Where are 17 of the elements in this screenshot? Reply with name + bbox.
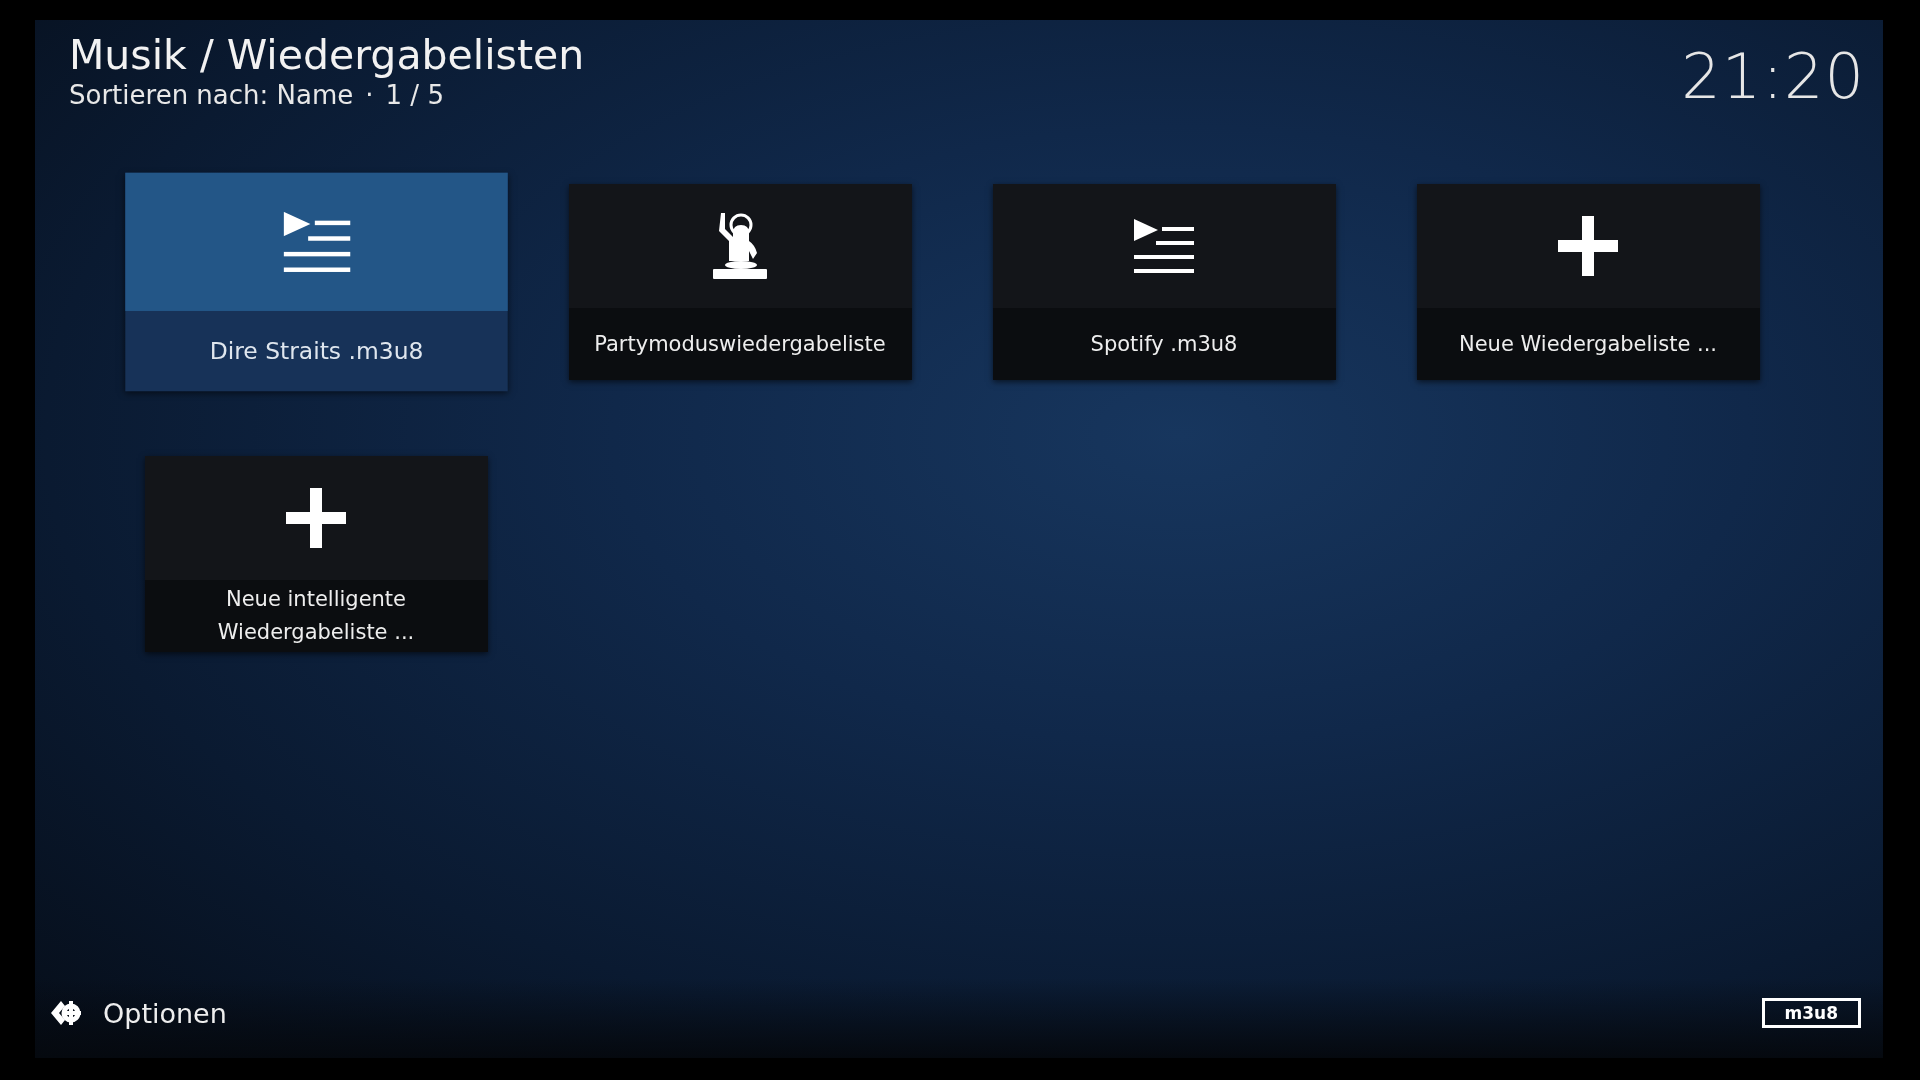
playlist-tile[interactable]: Partymoduswiedergabeliste — [568, 184, 912, 380]
format-badge: m3u8 — [1761, 998, 1861, 1028]
item-position: 1 / 5 — [385, 80, 444, 110]
sort-label: Sortieren nach: Name — [69, 80, 354, 110]
playlist-tile[interactable]: Spotify .m3u8 — [992, 184, 1336, 380]
playlist-tile[interactable]: Neue intelligente Wiedergabeliste ... — [144, 456, 488, 652]
separator: · — [365, 80, 374, 110]
options-button[interactable]: Optionen — [49, 997, 227, 1029]
playlist-tile[interactable]: Dire Straits .m3u8 — [124, 172, 508, 392]
playlist-icon — [282, 211, 350, 272]
page-title: Musik / Wiedergabelisten — [69, 30, 585, 80]
plus-icon — [286, 488, 346, 548]
playlist-tile[interactable]: Neue Wiedergabeliste ... — [1416, 184, 1760, 380]
plus-icon — [1558, 216, 1618, 276]
dj-icon — [713, 211, 767, 281]
clock: 21:20 — [1681, 39, 1865, 115]
playlist-icon — [1134, 219, 1194, 273]
